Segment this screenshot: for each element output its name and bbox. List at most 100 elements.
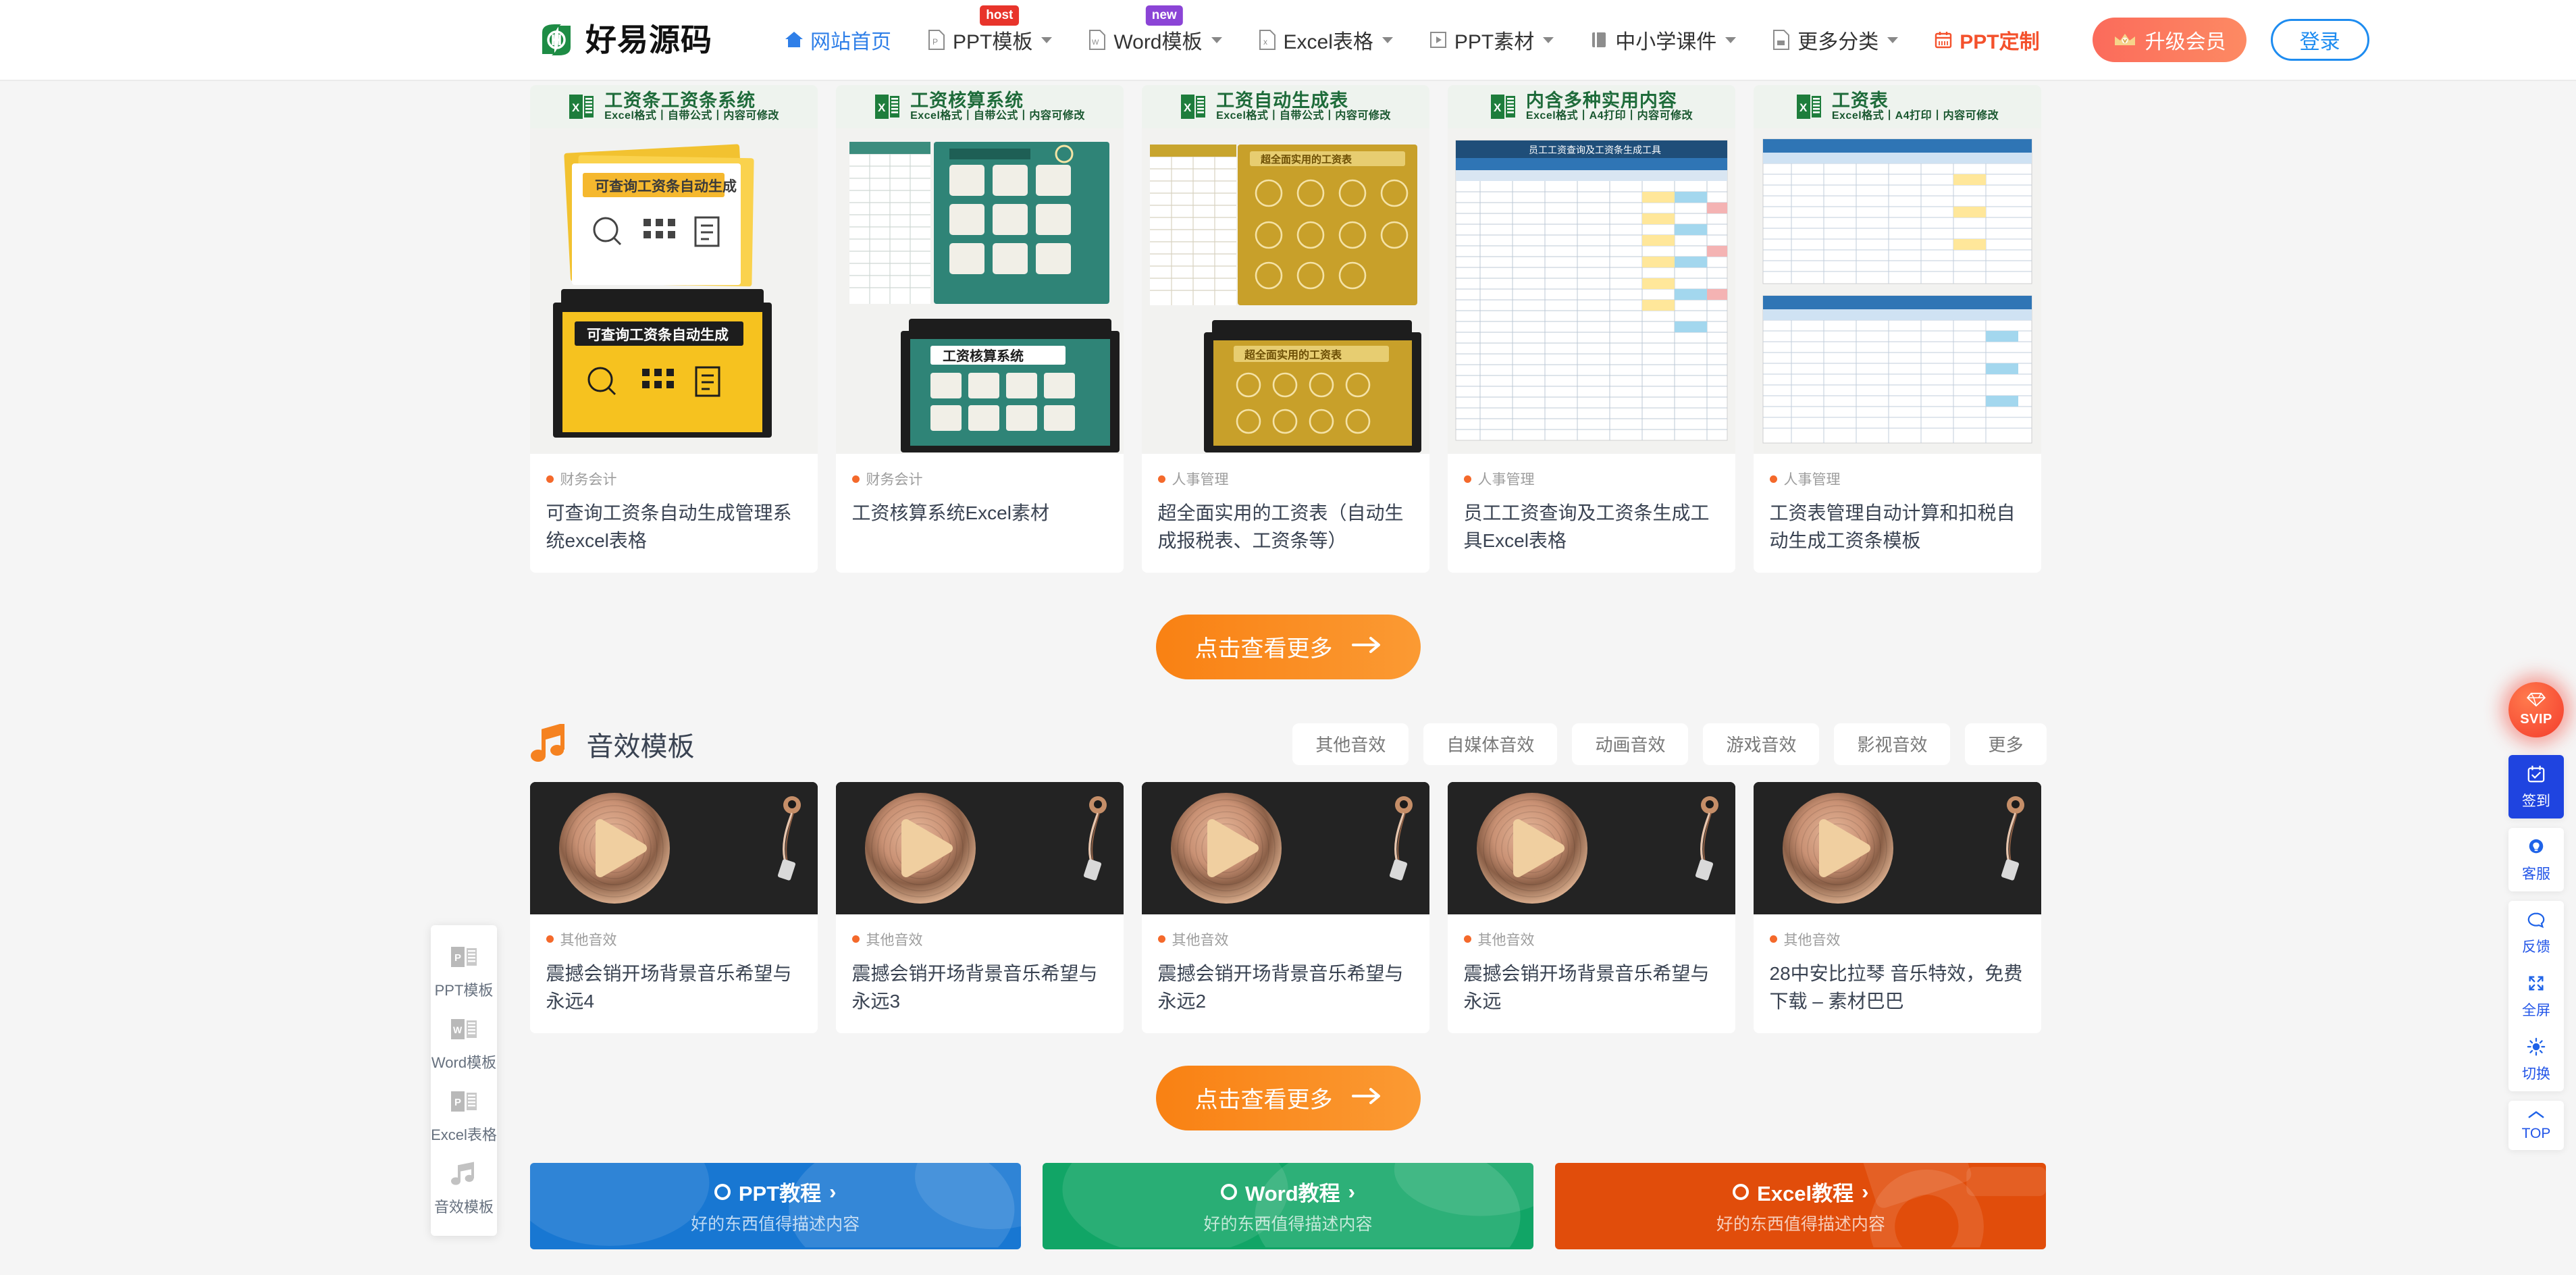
filter-chip[interactable]: 影视音效 <box>1834 723 1951 765</box>
nav-item-ppt-template[interactable]: host P PPT模板 <box>909 0 1070 80</box>
audio-card[interactable]: 其他音效 震撼会销开场背景音乐希望与永远 <box>1447 781 1735 1033</box>
filter-chip[interactable]: 其他音效 <box>1292 723 1409 765</box>
dock-item-ppt-template[interactable]: P PPT模板 <box>431 935 497 1007</box>
chevron-down-icon <box>1041 36 1053 43</box>
nav-item-ppt-custom[interactable]: PPT定制 <box>1916 0 2057 80</box>
thumbnail-art: 可查询工资条自动生成 可查询工资条自动生成 <box>529 128 818 454</box>
card-body: 人事管理 超全面实用的工资表（自动生成报税表、工资条等） <box>1142 454 1429 573</box>
excel-card[interactable]: X 工资条工资条系统 Excel格式丨自带公式丨内容可修改 可查询工资条自动生成… <box>529 85 818 573</box>
card-title: 28中安比拉琴 音乐特效，免费下载 – 素材巴巴 <box>1769 962 2023 1012</box>
word-file-icon: W <box>1087 29 1107 51</box>
category-dot-icon <box>546 935 554 943</box>
site-header: 好易源码 网站首页 host P PPT模板 new W Word模板 x Ex… <box>0 0 2576 80</box>
dock-item-fullscreen[interactable]: 全屏 <box>2508 964 2564 1028</box>
audio-card[interactable]: 其他音效 震撼会销开场背景音乐希望与永远4 <box>529 781 818 1033</box>
tutorial-banner-word[interactable]: Word教程 › 好的东西值得描述内容 <box>1042 1162 1534 1249</box>
audio-card[interactable]: 其他音效 28中安比拉琴 音乐特效，免费下载 – 素材巴巴 <box>1753 781 2041 1033</box>
ppt-thumb-icon: P <box>450 944 478 973</box>
excel-card[interactable]: X 内含多种实用内容 Excel格式丨A4打印丨内容可修改 员工工资查询及工资条… <box>1447 85 1735 573</box>
dock-item-support[interactable]: 客服 <box>2508 828 2564 891</box>
card-category: 人事管理 <box>1769 469 2025 489</box>
header-divider <box>0 80 2576 81</box>
category-label: 其他音效 <box>1477 932 1535 948</box>
svg-text:X: X <box>1494 101 1502 114</box>
dock-item-feedback[interactable]: 反馈 <box>2508 901 2564 964</box>
filter-chip[interactable]: 自媒体音效 <box>1423 723 1558 765</box>
card-category: 其他音效 <box>1463 929 1719 949</box>
audio-more-button[interactable]: 点击查看更多 <box>1155 1065 1421 1130</box>
excel-file-icon: X <box>1490 92 1517 122</box>
excel-more-label: 点击查看更多 <box>1194 636 1333 662</box>
card-body: 财务会计 工资核算系统Excel素材 <box>836 454 1124 545</box>
filter-chip[interactable]: 更多 <box>1965 723 2047 765</box>
category-label: 财务会计 <box>866 472 923 488</box>
dock-card-tools: 反馈 全屏 切换 <box>2508 901 2564 1091</box>
arrow-right-icon <box>1351 633 1382 660</box>
card-body: 人事管理 工资表管理自动计算和扣税自动生成工资条模板 <box>1754 454 2041 573</box>
audio-card[interactable]: 其他音效 震撼会销开场背景音乐希望与永远3 <box>835 781 1124 1033</box>
excel-more-button[interactable]: 点击查看更多 <box>1155 614 1421 679</box>
category-label: 其他音效 <box>1172 932 1229 948</box>
circle-icon <box>1221 1183 1237 1200</box>
chevron-down-icon <box>1543 36 1554 43</box>
thumbnail-banner-text: 工资表 Excel格式丨A4打印丨内容可修改 <box>1832 91 1999 122</box>
audio-card[interactable]: 其他音效 震撼会销开场背景音乐希望与永远2 <box>1141 781 1429 1033</box>
svg-text:W: W <box>1092 38 1099 47</box>
nav-item-ppt-material[interactable]: PPT素材 <box>1411 0 1571 80</box>
card-thumbnail: X 工资表 Excel格式丨A4打印丨内容可修改 <box>1753 85 2041 454</box>
right-quick-dock: SVIP 签到 客服 反馈 全屏 切换 TOP <box>2508 682 2564 1160</box>
nav-item-more-categories[interactable]: 更多分类 <box>1754 0 1916 80</box>
thumbnail-banner-title: 工资表 <box>1831 90 1889 111</box>
dock-item-audio-template[interactable]: 音效模板 <box>431 1151 497 1224</box>
tutorial-banner-ppt[interactable]: PPT教程 › 好的东西值得描述内容 <box>529 1162 1021 1249</box>
filter-chip[interactable]: 动画音效 <box>1572 723 1689 765</box>
thumbnail-banner-text: 内含多种实用内容 Excel格式丨A4打印丨内容可修改 <box>1526 91 1693 122</box>
upgrade-vip-button[interactable]: 升级会员 <box>2092 18 2246 62</box>
dock-item-checkin[interactable]: 签到 <box>2508 755 2564 818</box>
ppt-file-icon: P <box>926 29 947 51</box>
thumbnail-banner-text: 工资自动生成表 Excel格式丨自带公式丨内容可修改 <box>1216 91 1391 122</box>
svip-label: SVIP <box>2520 712 2552 727</box>
nav-label: PPT素材 <box>1454 31 1535 53</box>
dock-item-word-template[interactable]: W Word模板 <box>431 1007 497 1079</box>
svg-text:可查询工资条自动生成: 可查询工资条自动生成 <box>595 178 737 194</box>
thumbnail-banner-text: 工资条工资条系统 Excel格式丨自带公式丨内容可修改 <box>604 91 779 122</box>
dock-item-excel-sheet[interactable]: P Excel表格 <box>431 1079 497 1151</box>
audio-section-title: 音效模板 <box>586 731 695 762</box>
nav-item-excel-sheet[interactable]: x Excel表格 <box>1240 0 1411 80</box>
card-category: 财务会计 <box>546 469 801 489</box>
login-button[interactable]: 登录 <box>2270 19 2369 61</box>
home-icon <box>784 29 804 51</box>
svip-button[interactable]: SVIP <box>2508 682 2564 737</box>
excel-card[interactable]: X 工资表 Excel格式丨A4打印丨内容可修改 人事管理 工资表管理自动计算和… <box>1753 85 2041 573</box>
nav-item-school-courseware[interactable]: 中小学课件 <box>1571 0 1754 80</box>
chevron-right-icon: › <box>829 1179 837 1203</box>
nav-item-home[interactable]: 网站首页 <box>766 0 909 80</box>
nav-item-word-template[interactable]: new W Word模板 <box>1070 0 1239 80</box>
dock-item-back-to-top[interactable]: TOP <box>2508 1101 2564 1150</box>
arrow-right-icon <box>1351 1085 1382 1111</box>
fullscreen-icon <box>2527 974 2546 996</box>
dock-item-label: 客服 <box>2522 866 2550 882</box>
card-body: 其他音效 震撼会销开场背景音乐希望与永远 <box>1448 914 1735 1033</box>
nav-label: 中小学课件 <box>1615 31 1717 53</box>
thumbnail-art: 超全面实用的工资表 超全面实用的工资表 <box>1141 128 1429 454</box>
dock-item-theme-switch[interactable]: 切换 <box>2508 1028 2564 1091</box>
tutorial-title: Excel教程 <box>1757 1182 1854 1205</box>
excel-card[interactable]: X 工资自动生成表 Excel格式丨自带公式丨内容可修改 超全面实用的工资表 超… <box>1141 85 1429 573</box>
filter-chip[interactable]: 游戏音效 <box>1703 723 1820 765</box>
dock-item-label: Word模板 <box>431 1054 497 1071</box>
site-logo[interactable]: 好易源码 <box>537 20 712 59</box>
excel-thumb-icon: P <box>450 1089 478 1118</box>
category-label: 人事管理 <box>1172 472 1229 488</box>
main-nav: 网站首页 host P PPT模板 new W Word模板 x Excel表格… <box>766 0 2057 80</box>
svg-text:P: P <box>932 37 938 47</box>
badge-new: new <box>1145 5 1183 26</box>
tutorial-banner-excel[interactable]: Excel教程 › 好的东西值得描述内容 <box>1555 1162 2047 1249</box>
thumbnail-banner: X 内含多种实用内容 Excel格式丨A4打印丨内容可修改 <box>1447 85 1735 128</box>
card-body: 其他音效 震撼会销开场背景音乐希望与永远2 <box>1142 914 1429 1033</box>
thumbnail-banner: X 工资核算系统 Excel格式丨自带公式丨内容可修改 <box>835 85 1124 128</box>
card-category: 其他音效 <box>1769 929 2025 949</box>
dock-item-label: 切换 <box>2522 1066 2550 1082</box>
excel-card[interactable]: X 工资核算系统 Excel格式丨自带公式丨内容可修改 工资核算系统 财务会计 … <box>835 85 1124 573</box>
